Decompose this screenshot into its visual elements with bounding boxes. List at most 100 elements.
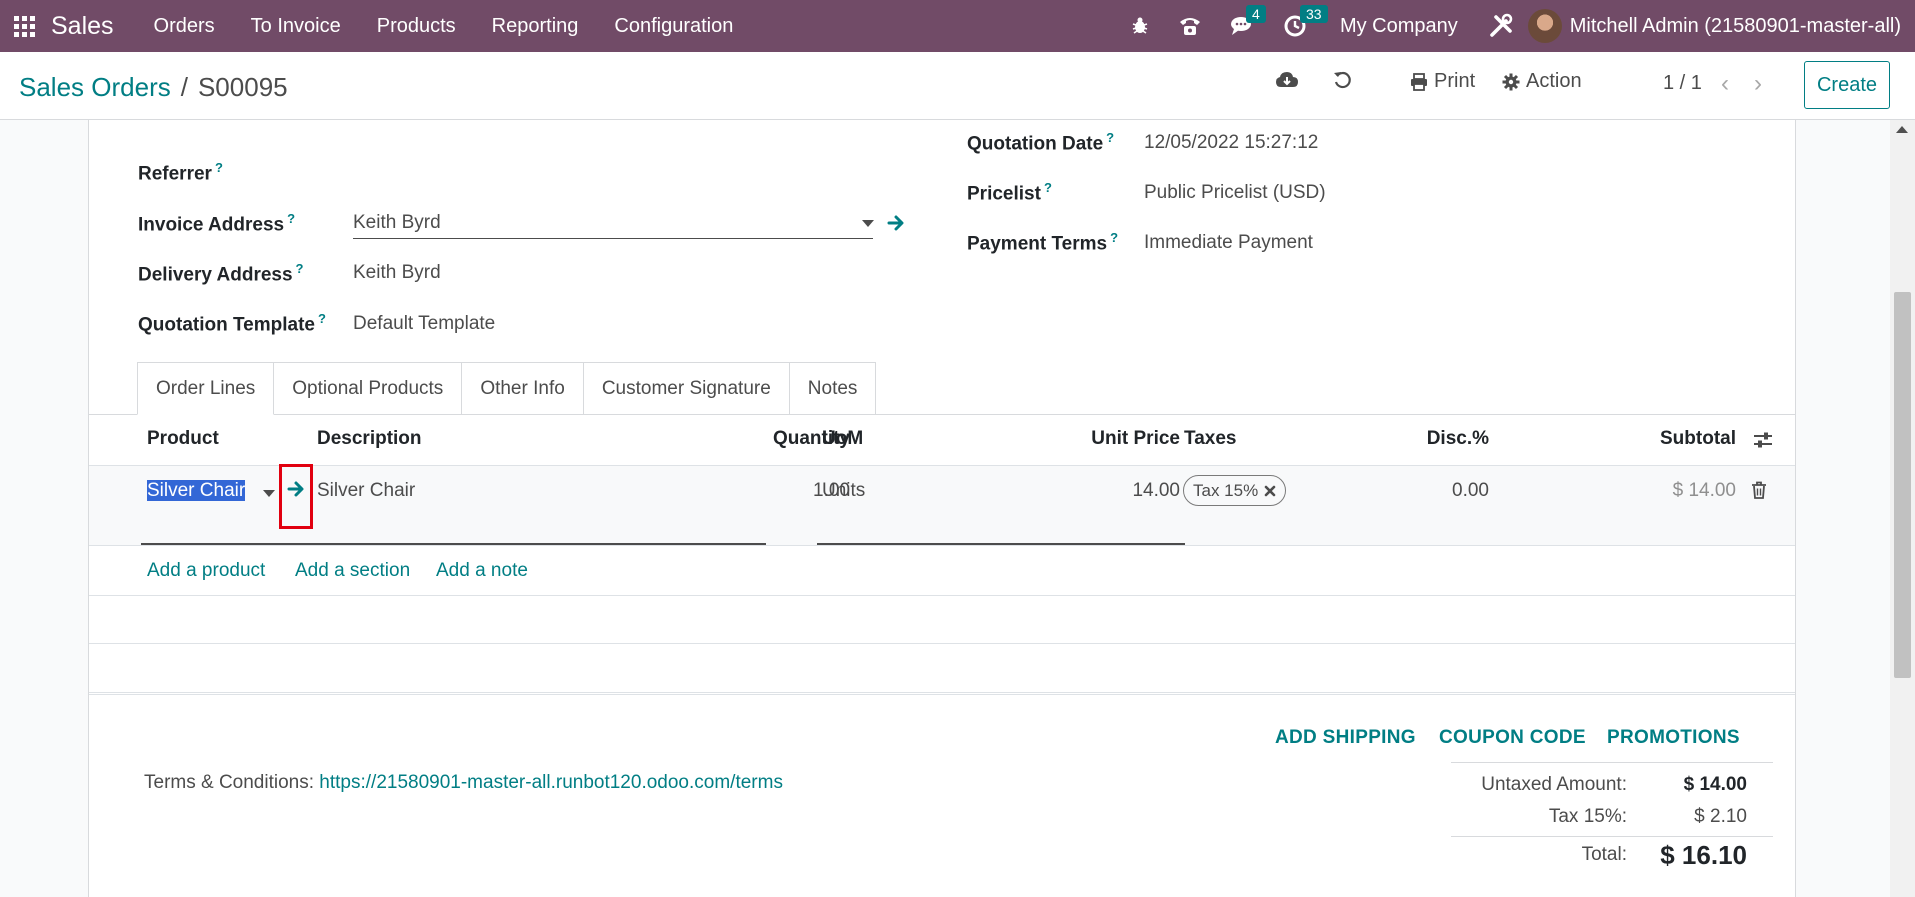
menu-reporting[interactable]: Reporting	[474, 15, 597, 38]
phone-icon[interactable]	[1178, 15, 1202, 37]
total-divider	[1451, 836, 1773, 837]
add-shipping-button[interactable]: ADD SHIPPING	[1275, 727, 1416, 749]
menu-products[interactable]: Products	[359, 15, 474, 38]
tax-tag-label: Tax 15%	[1193, 480, 1259, 500]
user-menu[interactable]: Mitchell Admin (21580901-master-all)	[1570, 15, 1901, 38]
breadcrumb-sales-orders[interactable]: Sales Orders	[19, 72, 171, 102]
tab-other-info[interactable]: Other Info	[462, 362, 584, 415]
notebook-tabs: Order Lines Optional Products Other Info…	[137, 362, 877, 415]
column-header-subtotal[interactable]: Subtotal	[1489, 428, 1736, 450]
invoice-address-label: Invoice Address?	[138, 211, 296, 236]
invoice-address-help-icon[interactable]: ?	[287, 211, 295, 226]
invoice-address-dropdown-icon[interactable]	[862, 220, 874, 228]
tax-tag: Tax 15%	[1183, 475, 1287, 506]
menu-orders[interactable]: Orders	[136, 15, 233, 38]
print-label: Print	[1434, 70, 1476, 92]
control-panel: Sales Orders / S00095 Print Action 1 / 1 ‹…	[0, 52, 1915, 120]
print-button[interactable]: Print	[1410, 70, 1475, 93]
tab-notes[interactable]: Notes	[789, 362, 877, 415]
description-input[interactable]: Silver Chair	[317, 480, 415, 502]
column-header-taxes[interactable]: Taxes	[1184, 428, 1236, 450]
terms-label: Terms & Conditions:	[144, 772, 315, 793]
product-dropdown-icon[interactable]	[263, 490, 275, 498]
remove-tax-icon[interactable]	[1264, 485, 1276, 497]
breadcrumb: Sales Orders / S00095	[19, 72, 288, 103]
add-section-link[interactable]: Add a section	[295, 560, 410, 582]
tab-customer-signature[interactable]: Customer Signature	[583, 362, 790, 415]
discount-input[interactable]: 0.00	[1339, 480, 1489, 502]
referrer-help-icon[interactable]: ?	[215, 160, 223, 175]
column-header-uom[interactable]: UoM	[822, 428, 863, 450]
user-avatar[interactable]	[1527, 9, 1562, 43]
page-scrollbar[interactable]	[1890, 120, 1915, 897]
optional-columns-sliders-icon[interactable]	[1753, 431, 1773, 449]
form-sheet: Referrer? Invoice Address? Keith Byrd De…	[88, 120, 1796, 897]
quotation-date-label: Quotation Date?	[967, 130, 1115, 155]
delivery-address-help-icon[interactable]: ?	[296, 261, 304, 276]
messages-icon[interactable]: 4	[1230, 5, 1266, 37]
add-note-link[interactable]: Add a note	[436, 560, 528, 582]
activities-clock-icon[interactable]: 33	[1284, 5, 1328, 37]
action-button[interactable]: Action	[1502, 70, 1582, 93]
column-header-unit-price[interactable]: Unit Price	[1029, 428, 1180, 450]
pricelist-help-icon[interactable]: ?	[1044, 180, 1052, 195]
pricelist-value[interactable]: Public Pricelist (USD)	[1144, 182, 1326, 204]
quotation-date-value[interactable]: 12/05/2022 15:27:12	[1144, 132, 1318, 154]
apps-menu-icon[interactable]	[13, 15, 35, 37]
quotation-template-help-icon[interactable]: ?	[318, 311, 326, 326]
column-header-description[interactable]: Description	[317, 428, 422, 450]
table-divider	[89, 643, 1795, 644]
invoice-address-input[interactable]: Keith Byrd	[353, 212, 441, 234]
table-divider	[89, 692, 1795, 693]
row-edit-underline-right	[817, 543, 1185, 545]
tab-order-lines[interactable]: Order Lines	[137, 362, 275, 415]
table-divider	[89, 694, 1795, 695]
pager-previous-icon[interactable]: ‹	[1721, 70, 1729, 98]
discard-undo-icon[interactable]	[1333, 70, 1353, 90]
messages-count-badge: 4	[1245, 5, 1266, 23]
coupon-code-button[interactable]: COUPON CODE	[1439, 727, 1586, 749]
tab-optional-products[interactable]: Optional Products	[274, 362, 463, 415]
delivery-address-value[interactable]: Keith Byrd	[353, 262, 441, 284]
total-label: Total:	[1581, 844, 1627, 865]
debug-bug-icon[interactable]	[1130, 16, 1150, 36]
total-value: $ 16.10	[1660, 840, 1747, 870]
payment-terms-help-icon[interactable]: ?	[1110, 230, 1118, 245]
payment-terms-value[interactable]: Immediate Payment	[1144, 232, 1313, 254]
quotation-template-value[interactable]: Default Template	[353, 313, 495, 335]
add-product-link[interactable]: Add a product	[147, 560, 265, 582]
menu-to-invoice[interactable]: To Invoice	[233, 15, 359, 38]
terms-link[interactable]: https://21580901-master-all.runbot120.od…	[319, 772, 783, 793]
table-row[interactable]	[89, 465, 1795, 546]
create-button[interactable]: Create	[1804, 61, 1890, 109]
delete-line-trash-icon[interactable]	[1751, 481, 1767, 499]
unit-price-input[interactable]: 14.00	[1029, 480, 1180, 502]
delivery-address-label: Delivery Address?	[138, 261, 304, 286]
scroll-up-arrow-icon[interactable]	[1896, 126, 1908, 133]
totals-divider	[1451, 762, 1773, 763]
column-header-discount[interactable]: Disc.%	[1339, 428, 1489, 450]
menu-configuration[interactable]: Configuration	[596, 15, 751, 38]
payment-terms-label: Payment Terms?	[967, 230, 1119, 255]
column-header-product[interactable]: Product	[147, 428, 219, 450]
tools-icon[interactable]	[1488, 13, 1514, 39]
highlight-annotation-box	[279, 464, 313, 529]
scrollbar-thumb[interactable]	[1894, 292, 1911, 678]
top-navbar: Sales Orders To Invoice Products Reporti…	[0, 0, 1915, 52]
pricelist-label: Pricelist?	[967, 180, 1052, 205]
untaxed-amount-label: Untaxed Amount:	[1481, 774, 1627, 795]
subtotal-value: $ 14.00	[1672, 480, 1736, 501]
invoice-address-open-arrow-icon[interactable]	[887, 214, 905, 232]
app-name[interactable]: Sales	[51, 12, 114, 41]
product-input[interactable]: Silver Chair	[147, 480, 246, 502]
quotation-template-label: Quotation Template?	[138, 311, 326, 336]
pager-next-icon[interactable]: ›	[1754, 70, 1762, 98]
activities-count-badge: 33	[1299, 5, 1328, 23]
promotions-button[interactable]: PROMOTIONS	[1607, 727, 1740, 749]
company-switcher[interactable]: My Company	[1340, 15, 1458, 38]
save-cloud-icon[interactable]	[1275, 70, 1299, 90]
pager-value[interactable]: 1 / 1	[1663, 72, 1702, 95]
uom-input[interactable]: Units	[822, 480, 865, 502]
quotation-date-help-icon[interactable]: ?	[1106, 130, 1114, 145]
referrer-label: Referrer?	[138, 160, 223, 185]
